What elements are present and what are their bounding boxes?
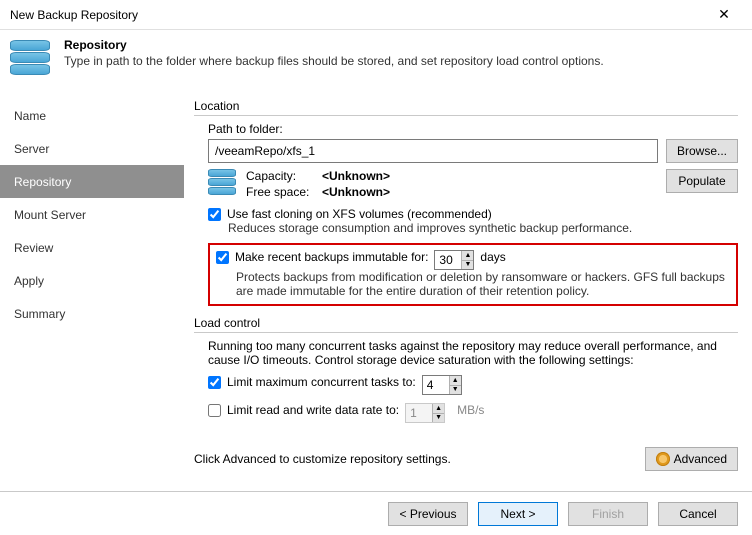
fast-cloning-checkbox[interactable] <box>208 208 221 221</box>
limit-rate-spinner: ▲▼ <box>432 404 444 422</box>
storage-icon <box>10 40 52 82</box>
close-icon[interactable]: ✕ <box>704 1 744 29</box>
limit-rate-unit: MB/s <box>457 403 484 417</box>
capacity-label: Capacity: <box>246 169 316 183</box>
populate-button[interactable]: Populate <box>666 169 738 193</box>
wizard-footer: < Previous Next > Finish Cancel <box>0 491 752 535</box>
fast-cloning-label: Use fast cloning on XFS volumes (recomme… <box>227 207 492 221</box>
window-title: New Backup Repository <box>10 8 704 22</box>
page-title: Repository <box>64 38 604 52</box>
advanced-hint: Click Advanced to customize repository s… <box>194 452 451 466</box>
immutable-checkbox[interactable] <box>216 251 229 264</box>
fast-cloning-desc: Reduces storage consumption and improves… <box>228 221 738 235</box>
page-subtitle: Type in path to the folder where backup … <box>64 54 604 68</box>
sidebar-item-summary[interactable]: Summary <box>0 297 184 330</box>
browse-button[interactable]: Browse... <box>666 139 738 163</box>
loadcontrol-group-label: Load control <box>194 316 738 330</box>
limit-rate-label: Limit read and write data rate to: <box>227 403 399 417</box>
sidebar-item-server[interactable]: Server <box>0 132 184 165</box>
wizard-steps: Name Server Repository Mount Server Revi… <box>0 93 184 494</box>
immutable-label-pre: Make recent backups immutable for: <box>235 250 428 264</box>
immutable-days-spinner[interactable]: ▲▼ <box>461 251 473 269</box>
cancel-button[interactable]: Cancel <box>658 502 738 526</box>
freespace-label: Free space: <box>246 185 316 199</box>
location-group-label: Location <box>194 99 738 113</box>
limit-tasks-spinner[interactable]: ▲▼ <box>449 376 461 394</box>
advanced-button-label: Advanced <box>674 452 727 466</box>
titlebar: New Backup Repository ✕ <box>0 0 752 30</box>
freespace-value: <Unknown> <box>322 185 390 199</box>
sidebar-item-repository[interactable]: Repository <box>0 165 184 198</box>
limit-tasks-checkbox[interactable] <box>208 376 221 389</box>
gear-icon <box>656 452 670 466</box>
sidebar-item-apply[interactable]: Apply <box>0 264 184 297</box>
finish-button: Finish <box>568 502 648 526</box>
limit-rate-checkbox[interactable] <box>208 404 221 417</box>
sidebar-item-review[interactable]: Review <box>0 231 184 264</box>
immutable-highlight: Make recent backups immutable for: ▲▼ da… <box>208 243 738 306</box>
loadcontrol-desc: Running too many concurrent tasks agains… <box>208 339 738 367</box>
wizard-header: Repository Type in path to the folder wh… <box>0 30 752 93</box>
path-input[interactable] <box>208 139 658 163</box>
storage-icon <box>208 169 238 199</box>
immutable-label-post: days <box>480 250 505 264</box>
sidebar-item-name[interactable]: Name <box>0 99 184 132</box>
advanced-button[interactable]: Advanced <box>645 447 738 471</box>
next-button[interactable]: Next > <box>478 502 558 526</box>
main-panel: Location Path to folder: Browse... Capac… <box>184 93 752 494</box>
immutable-desc: Protects backups from modification or de… <box>236 270 730 298</box>
capacity-value: <Unknown> <box>322 169 390 183</box>
sidebar-item-mount-server[interactable]: Mount Server <box>0 198 184 231</box>
path-label: Path to folder: <box>208 122 738 136</box>
previous-button[interactable]: < Previous <box>388 502 468 526</box>
limit-tasks-label: Limit maximum concurrent tasks to: <box>227 375 416 389</box>
